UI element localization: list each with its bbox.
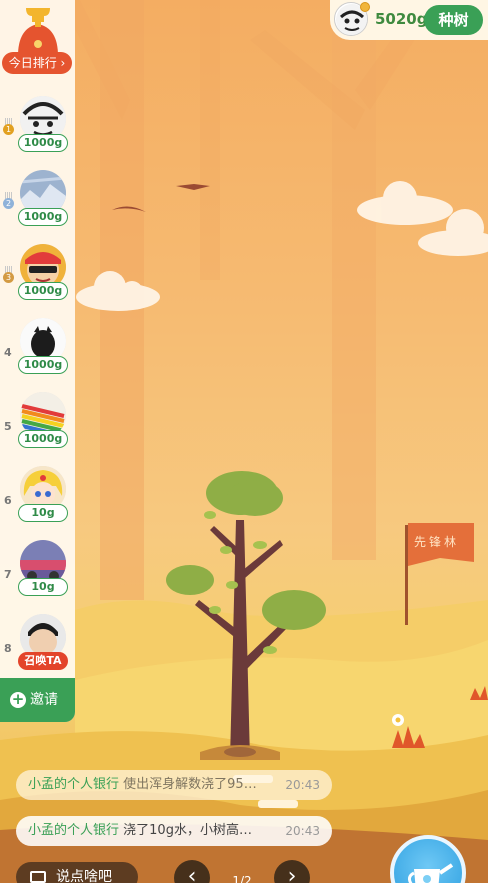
rank-item-4[interactable]: 4 1000g xyxy=(0,318,75,392)
rank-panel: 今日排行 › 1 1000g 2 1000g 3 1000g 4 1000g 5… xyxy=(0,0,75,722)
next-page-button[interactable]: › xyxy=(274,860,310,883)
keyboard-icon xyxy=(30,871,46,883)
plant-tree-button[interactable]: 种树 xyxy=(424,5,483,35)
chat-placeholder: 说点啥吧 xyxy=(56,869,112,883)
previous-page-button[interactable]: ‹ xyxy=(174,860,210,883)
pager: ‹ 1/2 › xyxy=(174,860,310,883)
message-text: 使出浑身解数浇了95… xyxy=(123,777,257,792)
message-text: 浇了10g水，小树高… xyxy=(123,823,252,838)
rank-number: 7 xyxy=(4,568,12,581)
gram-tag: 1000g xyxy=(18,208,68,226)
message-nick[interactable]: 小孟的个人银行 xyxy=(28,777,119,792)
rank-number: 6 xyxy=(4,494,12,507)
gram-tag: 1000g xyxy=(18,282,68,300)
gram-tag: 10g xyxy=(18,504,68,522)
gram-tag: 10g xyxy=(18,578,68,596)
medal-icon: 2 xyxy=(1,192,15,210)
gram-tag: 1000g xyxy=(18,430,68,448)
medal-icon: 1 xyxy=(1,118,15,136)
trophy-icon xyxy=(18,8,58,56)
rank-item-8[interactable]: 8 召唤TA xyxy=(0,614,75,688)
coin-icon xyxy=(360,2,370,12)
invite-button[interactable]: + 邀请 xyxy=(0,678,75,722)
rank-number: 4 xyxy=(4,346,12,359)
invite-label: 邀请 xyxy=(30,692,58,708)
chat-message: 小孟的个人银行 使出浑身解数浇了95… 20:43 xyxy=(16,770,332,800)
today-rank-button[interactable]: 今日排行 › xyxy=(2,52,72,74)
rank-item-6[interactable]: 6 10g xyxy=(0,466,75,540)
gram-tag: 1000g xyxy=(18,134,68,152)
flag-label: 先锋林 xyxy=(414,535,460,549)
user-gram: 5020g xyxy=(375,10,428,28)
rank-item-2[interactable]: 2 1000g xyxy=(0,170,75,244)
plus-icon: + xyxy=(10,690,26,708)
rank-item-7[interactable]: 7 10g xyxy=(0,540,75,614)
rank-item-3[interactable]: 3 1000g xyxy=(0,244,75,318)
rank-item-5[interactable]: 5 1000g xyxy=(0,392,75,466)
gram-tag: 1000g xyxy=(18,356,68,374)
rank-number: 5 xyxy=(4,420,12,433)
message-time: 20:43 xyxy=(285,824,320,838)
watering-can-button[interactable] xyxy=(390,835,466,883)
chat-input[interactable]: 说点啥吧 xyxy=(16,862,138,883)
watering-can-icon xyxy=(407,863,454,883)
summon-button[interactable]: 召唤TA xyxy=(18,652,68,670)
medal-icon: 3 xyxy=(1,266,15,284)
message-nick[interactable]: 小孟的个人银行 xyxy=(28,823,119,838)
rank-number: 8 xyxy=(4,642,12,655)
chat-message: 小孟的个人银行 浇了10g水，小树高… 20:43 xyxy=(16,816,332,846)
page-indicator: 1/2 xyxy=(232,874,252,883)
message-time: 20:43 xyxy=(285,778,320,792)
rank-item-1[interactable]: 1 1000g xyxy=(0,96,75,170)
